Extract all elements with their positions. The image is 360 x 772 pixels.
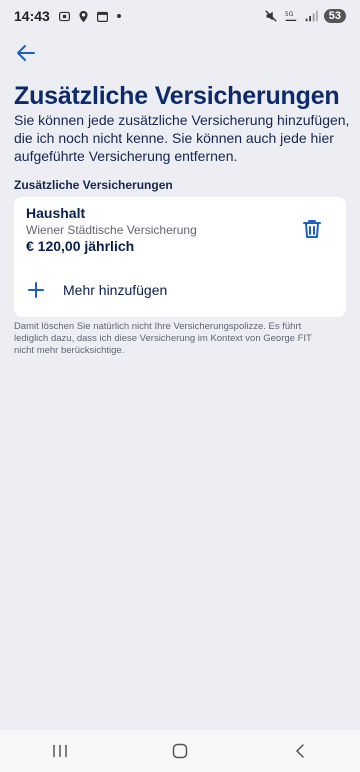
status-system-icons: 5G 53 [264,9,346,23]
back-nav-button[interactable] [280,736,320,766]
add-insurance-button[interactable]: Mehr hinzufügen [26,277,334,303]
system-navigation-bar [0,730,360,772]
calendar-icon [96,11,108,22]
location-icon [79,10,88,22]
svg-text:5G: 5G [285,11,294,18]
home-button[interactable] [160,736,200,766]
add-insurance-label: Mehr hinzufügen [63,282,168,298]
insurance-price: € 120,00 jährlich [26,238,135,254]
section-label: Zusätzliche Versicherungen [14,178,173,192]
screenshot-icon [58,11,70,21]
trash-icon [303,220,321,238]
page-title: Zusätzliche Versicherungen [14,82,340,110]
arrow-left-icon [17,45,35,61]
status-notification-icons [58,10,121,23]
status-dot [116,14,121,18]
insurance-card: Haushalt Wiener Städtische Versicherung … [14,197,346,317]
page-description: Sie können jede zusätzliche Versicherung… [14,112,350,164]
wifi-5g-icon: 5G [285,11,296,22]
home-icon [172,743,188,759]
battery-indicator: 53 [323,9,346,23]
signal-icon [305,10,318,22]
chevron-left-icon [295,744,304,758]
status-time: 14:43 [14,8,50,24]
mute-icon [265,10,277,22]
recent-apps-icon [53,745,67,757]
back-button[interactable] [12,41,40,65]
plus-icon [26,280,46,300]
insurance-name: Haushalt [26,205,86,221]
insurance-company: Wiener Städtische Versicherung [26,223,197,237]
recent-apps-button[interactable] [40,736,80,766]
status-bar: 14:43 5G 53 [0,0,360,32]
delete-insurance-button[interactable] [300,217,324,241]
footnote-text: Damit löschen Sie natürlich nicht Ihre V… [14,321,312,356]
